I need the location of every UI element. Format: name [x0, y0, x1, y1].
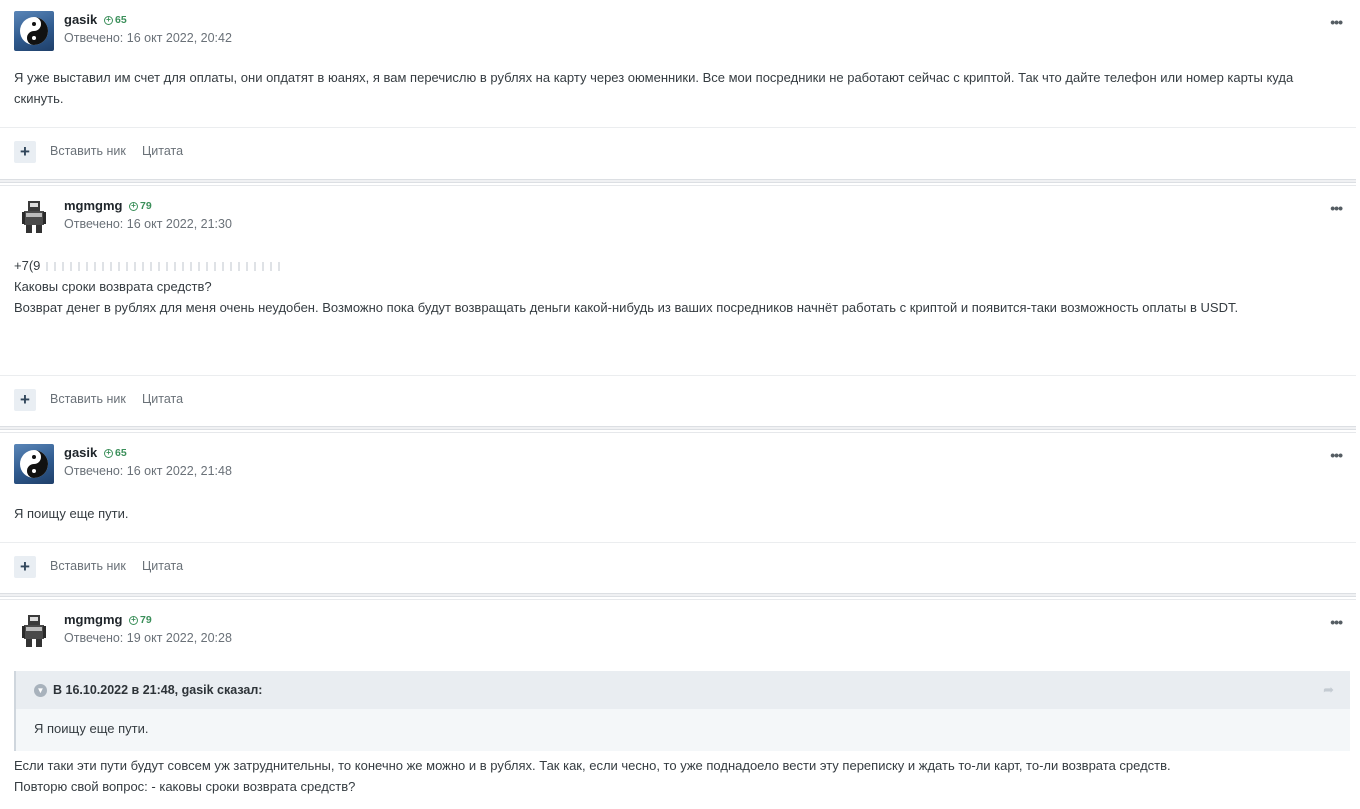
post-actions: + Вставить ник Цитата: [0, 542, 1356, 594]
reputation-badge: + 79: [129, 614, 152, 626]
reputation-badge: + 79: [129, 200, 152, 212]
post-date[interactable]: Отвечено: 16 окт 2022, 20:42: [64, 31, 232, 45]
reputation-badge: + 65: [104, 447, 127, 459]
post-text: Я уже выставил им счет для оплаты, они о…: [14, 70, 1294, 106]
author-name[interactable]: gasik: [64, 445, 97, 460]
topic-thread: gasik + 65 Отвечено: 16 окт 2022, 20:42 …: [0, 0, 1360, 809]
quote-block: ▼ В 16.10.2022 в 21:48, gasik сказал: ➦ …: [14, 671, 1350, 751]
post-content: Если таки эти пути будут совсем уж затру…: [14, 755, 1342, 797]
plus-circle-icon: +: [129, 615, 138, 625]
multiquote-button[interactable]: +: [14, 389, 36, 411]
post-separator: [0, 593, 1356, 597]
post-date[interactable]: Отвечено: 16 окт 2022, 21:48: [64, 464, 232, 478]
reputation-count: 79: [140, 614, 152, 626]
reputation-count: 65: [115, 14, 127, 26]
post-separator: [0, 179, 1356, 183]
chevron-down-icon[interactable]: ▼: [34, 683, 47, 697]
author-name[interactable]: mgmgmg: [64, 198, 123, 213]
post-actions: + Вставить ник Цитата: [0, 375, 1356, 427]
quote-header[interactable]: ▼ В 16.10.2022 в 21:48, gasik сказал: ➦: [16, 671, 1350, 709]
insert-nick-link[interactable]: Вставить ник: [50, 559, 126, 573]
multiquote-button[interactable]: +: [14, 141, 36, 163]
post-text: Если таки эти пути будут совсем уж затру…: [14, 758, 1171, 773]
phone-line: +7(9: [14, 255, 1342, 276]
post-menu-icon[interactable]: •••: [1330, 200, 1343, 216]
quote-link[interactable]: Цитата: [142, 559, 183, 573]
post-menu-icon[interactable]: •••: [1330, 14, 1343, 30]
robot-avatar[interactable]: [14, 611, 54, 651]
author-name[interactable]: gasik: [64, 12, 97, 27]
post-menu-icon[interactable]: •••: [1330, 447, 1343, 463]
post-menu-icon[interactable]: •••: [1330, 614, 1343, 630]
post-content: Я уже выставил им счет для оплаты, они о…: [14, 67, 1342, 109]
post-content: +7(9 Каковы сроки возврата средств? Возв…: [14, 255, 1342, 318]
post-text: Я поищу еще пути.: [14, 506, 129, 521]
post-actions: + Вставить ник Цитата: [0, 127, 1356, 179]
reputation-count: 79: [140, 200, 152, 212]
insert-nick-link[interactable]: Вставить ник: [50, 144, 126, 158]
quote-link[interactable]: Цитата: [142, 392, 183, 406]
plus-circle-icon: +: [104, 15, 113, 25]
quote-citation: В 16.10.2022 в 21:48, gasik сказал:: [53, 683, 263, 697]
post: mgmgmg + 79 Отвечено: 19 окт 2022, 20:28…: [0, 599, 1356, 809]
post-date[interactable]: Отвечено: 16 окт 2022, 21:30: [64, 217, 232, 231]
quote-link[interactable]: Цитата: [142, 144, 183, 158]
post-content: Я поищу еще пути.: [14, 503, 1342, 524]
yin-yang-avatar[interactable]: [14, 11, 54, 51]
post-text: Каковы сроки возврата средств?: [14, 279, 212, 294]
reputation-badge: + 65: [104, 14, 127, 26]
post-text: Повторю свой вопрос: - каковы сроки возв…: [14, 779, 356, 794]
share-arrow-icon[interactable]: ➦: [1323, 682, 1334, 698]
insert-nick-link[interactable]: Вставить ник: [50, 392, 126, 406]
redacted-text: [40, 262, 281, 272]
author-name[interactable]: mgmgmg: [64, 612, 123, 627]
post: gasik + 65 Отвечено: 16 окт 2022, 21:48 …: [0, 432, 1356, 593]
plus-circle-icon: +: [129, 201, 138, 211]
post-text: Возврат денег в рублях для меня очень не…: [14, 300, 1239, 315]
post: mgmgmg + 79 Отвечено: 16 окт 2022, 21:30…: [0, 185, 1356, 426]
plus-circle-icon: +: [104, 448, 113, 458]
phone-fragment: +7(9: [14, 258, 41, 273]
post-separator: [0, 426, 1356, 430]
quote-body: Я поищу еще пути.: [34, 721, 149, 736]
post: gasik + 65 Отвечено: 16 окт 2022, 20:42 …: [0, 0, 1356, 179]
reputation-count: 65: [115, 447, 127, 459]
robot-avatar[interactable]: [14, 197, 54, 237]
multiquote-button[interactable]: +: [14, 556, 36, 578]
post-date[interactable]: Отвечено: 19 окт 2022, 20:28: [64, 631, 232, 645]
yin-yang-avatar[interactable]: [14, 444, 54, 484]
